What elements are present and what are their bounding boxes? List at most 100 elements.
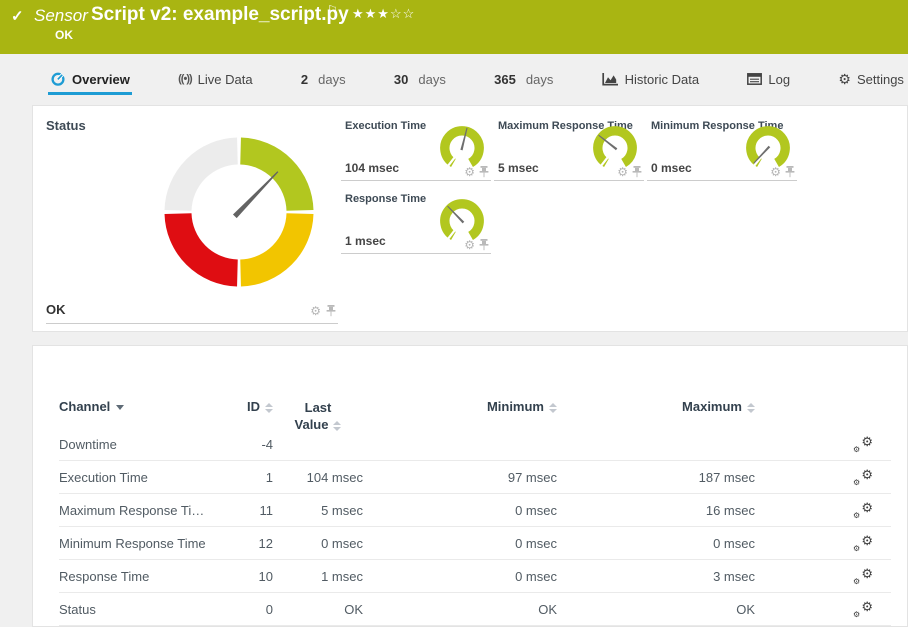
status-gauge-needle [233, 170, 280, 218]
channel-minimum: OK [367, 593, 557, 626]
status-gauge-chart [159, 132, 319, 292]
channel-id: 12 [229, 527, 273, 560]
gauge-settings-gear-icon[interactable]: ⚙ [310, 305, 321, 317]
gauge-panel-maximum-response-time: Maximum Response Time 5 msec ⚙ [494, 114, 644, 181]
column-header-last-value[interactable]: Last Value [273, 389, 363, 428]
channel-settings-icon[interactable]: ⚙⚙ [853, 435, 873, 455]
table-row-downtime[interactable]: Downtime -4 ⚙⚙ [59, 428, 891, 461]
gauge-settings-gear-icon[interactable]: ⚙ [464, 166, 475, 178]
channel-maximum: 3 msec [561, 560, 755, 593]
table-row-status[interactable]: Status 0 OK OK OK ⚙⚙ [59, 593, 891, 626]
tab-settings[interactable]: ⚙ Settings [836, 66, 906, 95]
log-icon [747, 73, 762, 85]
gauge-value: 1 msec [345, 234, 386, 248]
sort-desc-icon [116, 405, 124, 410]
column-header-maximum[interactable]: Maximum [561, 389, 755, 428]
table-row-maximum-response-time[interactable]: Maximum Response Ti… 11 5 msec 0 msec 16… [59, 494, 891, 527]
channel-last-value: OK [273, 593, 363, 626]
overview-gauges-panel: Status OK ⚙ Execution Time 104 msec [32, 105, 908, 332]
status-check-icon: ✓ [11, 7, 24, 25]
sort-icon [549, 403, 557, 413]
gauge-icon [50, 71, 66, 87]
gauge-settings-gear-icon[interactable]: ⚙ [464, 239, 475, 251]
sensor-header: ✓ Sensor Script v2: example_script.py ⚐ … [0, 0, 908, 54]
tab-30-days[interactable]: 30days [392, 66, 448, 95]
gauge-settings-gear-icon[interactable]: ⚙ [617, 166, 628, 178]
gauge-settings-gear-icon[interactable]: ⚙ [770, 166, 781, 178]
channel-id: 11 [229, 494, 273, 527]
channel-settings-icon[interactable]: ⚙⚙ [853, 468, 873, 488]
channel-minimum: 0 msec [367, 527, 557, 560]
sort-icon [265, 403, 273, 413]
channel-last-value: 5 msec [273, 494, 363, 527]
channel-name: Minimum Response Time [59, 527, 239, 560]
channel-id: 10 [229, 560, 273, 593]
table-row-response-time[interactable]: Response Time 10 1 msec 0 msec 3 msec ⚙⚙ [59, 560, 891, 593]
sensor-title: Script v2: example_script.py [91, 4, 349, 26]
channel-name: Maximum Response Ti… [59, 494, 239, 527]
channel-id: 0 [229, 593, 273, 626]
status-gauge-value: OK [46, 302, 66, 317]
gauge-chart [437, 195, 487, 245]
status-gauge-footer: OK ⚙ [46, 302, 338, 324]
flag-icon[interactable]: ⚐ [327, 3, 338, 17]
column-header-minimum[interactable]: Minimum [367, 389, 557, 428]
channel-name: Status [59, 593, 239, 626]
sort-icon [747, 403, 755, 413]
channel-id: 1 [229, 461, 273, 494]
channel-last-value: 0 msec [273, 527, 363, 560]
channel-minimum: 97 msec [367, 461, 557, 494]
gauge-chart [437, 122, 487, 172]
live-data-icon: ((•)) [178, 73, 192, 85]
channel-settings-icon[interactable]: ⚙⚙ [853, 567, 873, 587]
channel-maximum: 187 msec [561, 461, 755, 494]
channel-last-value: 1 msec [273, 560, 363, 593]
tab-2-days[interactable]: 2days [299, 66, 348, 95]
gauge-chart [590, 122, 640, 172]
pin-icon[interactable] [479, 166, 489, 178]
tab-historic-data[interactable]: Historic Data [600, 66, 701, 95]
tab-overview[interactable]: Overview [48, 66, 132, 95]
tab-bar: Overview ((•)) Live Data 2days 30days 36… [32, 66, 908, 98]
channel-minimum [367, 428, 557, 461]
channel-maximum: OK [561, 593, 755, 626]
gauge-panel-minimum-response-time: Minimum Response Time 0 msec ⚙ [647, 114, 797, 181]
channel-name: Response Time [59, 560, 239, 593]
channel-id: -4 [229, 428, 273, 461]
channel-minimum: 0 msec [367, 494, 557, 527]
channel-last-value: 104 msec [273, 461, 363, 494]
channel-settings-icon[interactable]: ⚙⚙ [853, 600, 873, 620]
column-header-id[interactable]: ID [229, 389, 273, 428]
gauge-chart [743, 122, 793, 172]
status-gauge-title: Status [46, 118, 86, 133]
pin-icon[interactable] [326, 305, 336, 317]
historic-chart-icon [602, 72, 619, 86]
channel-name: Execution Time [59, 461, 239, 494]
gauge-value: 5 msec [498, 161, 539, 175]
gauge-title: Execution Time [345, 120, 426, 132]
gear-icon: ⚙ [838, 72, 851, 86]
rating-stars[interactable]: ★★★☆☆ [352, 6, 415, 22]
column-header-channel[interactable]: Channel [59, 389, 239, 428]
channel-name: Downtime [59, 428, 239, 461]
channel-minimum: 0 msec [367, 560, 557, 593]
gauge-panel-response-time: Response Time 1 msec ⚙ [341, 187, 491, 254]
tab-365-days[interactable]: 365days [492, 66, 555, 95]
tab-log[interactable]: Log [745, 66, 792, 95]
channel-settings-icon[interactable]: ⚙⚙ [853, 534, 873, 554]
channel-settings-icon[interactable]: ⚙⚙ [853, 501, 873, 521]
table-row-execution-time[interactable]: Execution Time 1 104 msec 97 msec 187 ms… [59, 461, 891, 494]
pin-icon[interactable] [785, 166, 795, 178]
table-row-minimum-response-time[interactable]: Minimum Response Time 12 0 msec 0 msec 0… [59, 527, 891, 560]
pin-icon[interactable] [632, 166, 642, 178]
tab-live-data[interactable]: ((•)) Live Data [176, 66, 254, 95]
gauge-value: 0 msec [651, 161, 692, 175]
sensor-status-text: OK [55, 28, 73, 42]
sensor-kind-label: Sensor [34, 6, 88, 26]
channel-last-value [273, 428, 363, 461]
channel-maximum [561, 428, 755, 461]
gauge-title: Response Time [345, 193, 426, 205]
channel-table-panel: Channel ID Last Value Minimum Maximum Do… [32, 345, 908, 627]
pin-icon[interactable] [479, 239, 489, 251]
channel-maximum: 16 msec [561, 494, 755, 527]
